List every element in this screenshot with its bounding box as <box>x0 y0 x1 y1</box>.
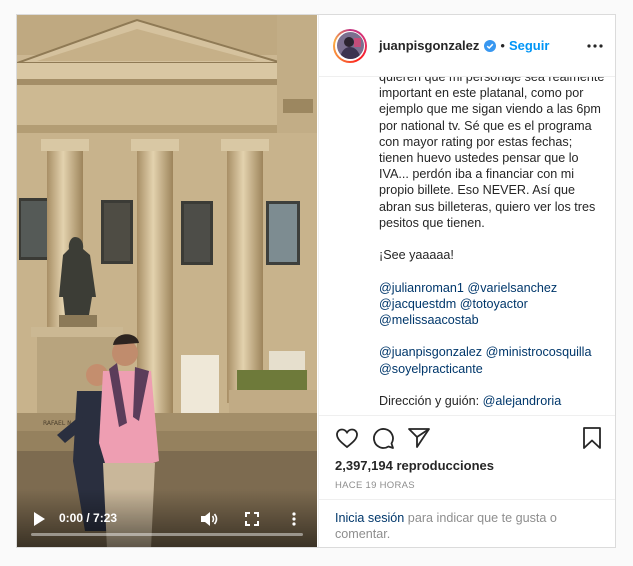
caption-text-segment: Dirección y guión: <box>379 394 483 408</box>
post-actions: 2,397,194 reproducciones HACE 19 HORAS I… <box>319 415 615 547</box>
vertical-dots-icon <box>292 512 296 526</box>
heart-icon <box>336 428 358 449</box>
comment-button[interactable] <box>371 426 395 450</box>
bookmark-icon <box>583 427 601 449</box>
caption-paragraph: @julianroman1 @varielsanchez @jacquestdm… <box>379 280 607 329</box>
caption-text: quieren que mi personaje sea realmente i… <box>379 77 607 415</box>
caption-paragraph: @juanpisgonzalez @ministrocosquilla @soy… <box>379 344 607 376</box>
volume-button[interactable] <box>200 511 218 527</box>
play-icon <box>34 512 45 526</box>
video-more-button[interactable] <box>289 511 299 527</box>
follow-button[interactable]: Seguir <box>509 38 549 53</box>
profile-picture <box>336 32 364 59</box>
login-prompt: Inicia sesión para indicar que te gusta … <box>319 499 615 547</box>
caption-paragraph: quieren que mi personaje sea realmente i… <box>379 77 607 231</box>
caption-scroll-area[interactable]: quieren que mi personaje sea realmente i… <box>319 77 615 415</box>
action-icons-row <box>333 426 604 452</box>
speaker-icon <box>201 512 218 526</box>
caption-paragraph: ¡See yaaaaa! <box>379 247 607 263</box>
share-button[interactable] <box>407 426 431 450</box>
mention-link[interactable]: @julianroman1 <box>379 281 464 295</box>
mention-link[interactable]: @juanpisgonzalez <box>379 345 482 359</box>
post-timestamp[interactable]: HACE 19 HORAS <box>335 480 415 491</box>
mention-link[interactable]: @melissaacostab <box>379 313 479 327</box>
comment-icon <box>373 428 394 449</box>
paper-plane-icon <box>408 428 430 448</box>
fullscreen-button[interactable] <box>244 511 260 527</box>
post-options-button[interactable] <box>587 38 603 54</box>
mention-link[interactable]: @soyelpracticante <box>379 362 483 376</box>
login-link[interactable]: Inicia sesión <box>335 511 404 525</box>
save-button[interactable] <box>580 426 604 450</box>
video-progress-bar[interactable] <box>31 533 303 536</box>
verified-badge-icon <box>484 39 497 52</box>
video-player[interactable]: RAFAEL N. 0:00 / 7:23 <box>17 15 317 547</box>
video-frame: RAFAEL N. <box>17 15 317 547</box>
mention-link[interactable]: @varielsanchez <box>467 281 557 295</box>
separator-dot: • <box>500 38 505 53</box>
mention-link[interactable]: @ministrocosquilla <box>486 345 592 359</box>
instagram-post: RAFAEL N. 0:00 / 7:23 juanpisgonzalez • … <box>16 14 616 548</box>
more-horizontal-icon <box>587 44 603 48</box>
mention-link[interactable]: @totoyactor <box>460 297 528 311</box>
video-time: 0:00 / 7:23 <box>59 511 118 525</box>
mention-link[interactable]: @alejandroria <box>483 394 562 408</box>
like-button[interactable] <box>335 426 359 450</box>
video-controls: 0:00 / 7:23 <box>17 489 317 547</box>
post-header: juanpisgonzalez • Seguir <box>319 15 615 77</box>
post-details-panel: juanpisgonzalez • Seguir quieren que mi … <box>318 15 615 547</box>
fullscreen-icon <box>245 512 259 526</box>
avatar[interactable] <box>333 28 367 63</box>
play-button[interactable] <box>31 511 47 527</box>
mention-link[interactable]: @jacquestdm <box>379 297 456 311</box>
caption-text-segment: ¡See yaaaaa! <box>379 248 454 263</box>
username-link[interactable]: juanpisgonzalez <box>379 38 479 53</box>
view-count[interactable]: 2,397,194 reproducciones <box>335 458 494 473</box>
caption-paragraph: Dirección y guión: @alejandroria <box>379 393 607 409</box>
caption-text-segment: quieren que mi personaje sea realmente i… <box>379 77 605 230</box>
